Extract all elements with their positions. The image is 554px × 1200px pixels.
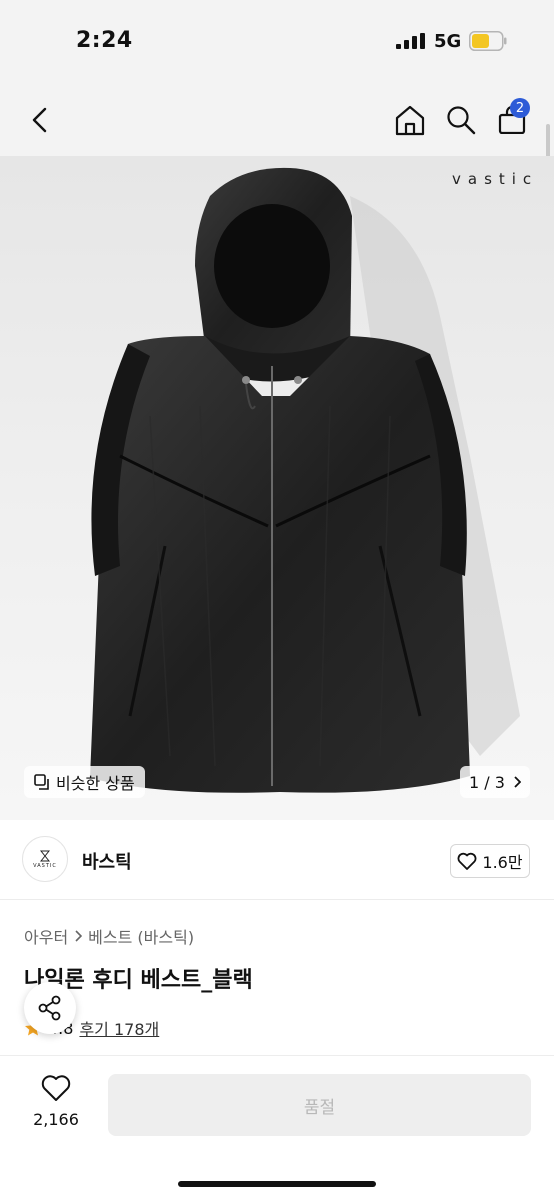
battery-icon bbox=[469, 31, 507, 51]
similar-products-button[interactable]: 비슷한 상품 bbox=[24, 766, 145, 798]
bottom-action-bar: 2,166 품절 bbox=[0, 1055, 554, 1200]
signal-icon bbox=[396, 33, 425, 49]
product-image-carousel[interactable]: vastic 비슷한 상품 1 / 3 bbox=[0, 156, 554, 820]
wishlist-count: 2,166 bbox=[33, 1110, 79, 1129]
share-button[interactable] bbox=[24, 982, 76, 1034]
soldout-button[interactable]: 품절 bbox=[108, 1074, 531, 1136]
page-indicator-text: 1 / 3 bbox=[469, 772, 505, 792]
status-time: 2:24 bbox=[76, 28, 133, 53]
similar-products-label: 비슷한 상품 bbox=[56, 774, 135, 793]
brand-row: VASTIC 바스틱 1.6만 bbox=[0, 820, 554, 900]
chevron-right-icon bbox=[514, 776, 521, 788]
heart-icon bbox=[41, 1075, 71, 1101]
brand-like-count: 1.6만 bbox=[482, 853, 523, 872]
status-bar: 2:24 5G bbox=[0, 0, 554, 84]
brand-like-button[interactable]: 1.6만 bbox=[450, 844, 530, 878]
image-page-indicator[interactable]: 1 / 3 bbox=[460, 766, 530, 798]
review-count-link[interactable]: 후기 178개 bbox=[79, 1016, 159, 1040]
brand-logo-text: VASTIC bbox=[33, 862, 57, 869]
share-icon bbox=[38, 995, 61, 1021]
cart-button[interactable]: 2 bbox=[496, 98, 536, 138]
cart-count-badge: 2 bbox=[510, 98, 530, 118]
brand-name[interactable]: 바스틱 bbox=[82, 848, 132, 874]
breadcrumb-item[interactable]: 베스트 (바스틱) bbox=[88, 924, 194, 948]
breadcrumb: 아우터 베스트 (바스틱) bbox=[24, 924, 194, 948]
breadcrumb-item[interactable]: 아우터 bbox=[24, 924, 68, 948]
top-nav: 2 bbox=[0, 84, 554, 184]
heart-icon bbox=[457, 852, 477, 870]
brand-logo-icon bbox=[40, 850, 50, 861]
chevron-right-icon bbox=[75, 930, 83, 942]
search-icon[interactable] bbox=[446, 105, 476, 135]
home-icon[interactable] bbox=[394, 104, 426, 136]
copy-icon bbox=[34, 774, 49, 790]
brand-logo[interactable]: VASTIC bbox=[22, 836, 68, 882]
home-indicator bbox=[178, 1181, 376, 1187]
network-type: 5G bbox=[434, 31, 462, 52]
back-icon[interactable] bbox=[28, 106, 52, 134]
wishlist-button[interactable]: 2,166 bbox=[28, 1074, 84, 1129]
product-photo bbox=[90, 167, 520, 793]
